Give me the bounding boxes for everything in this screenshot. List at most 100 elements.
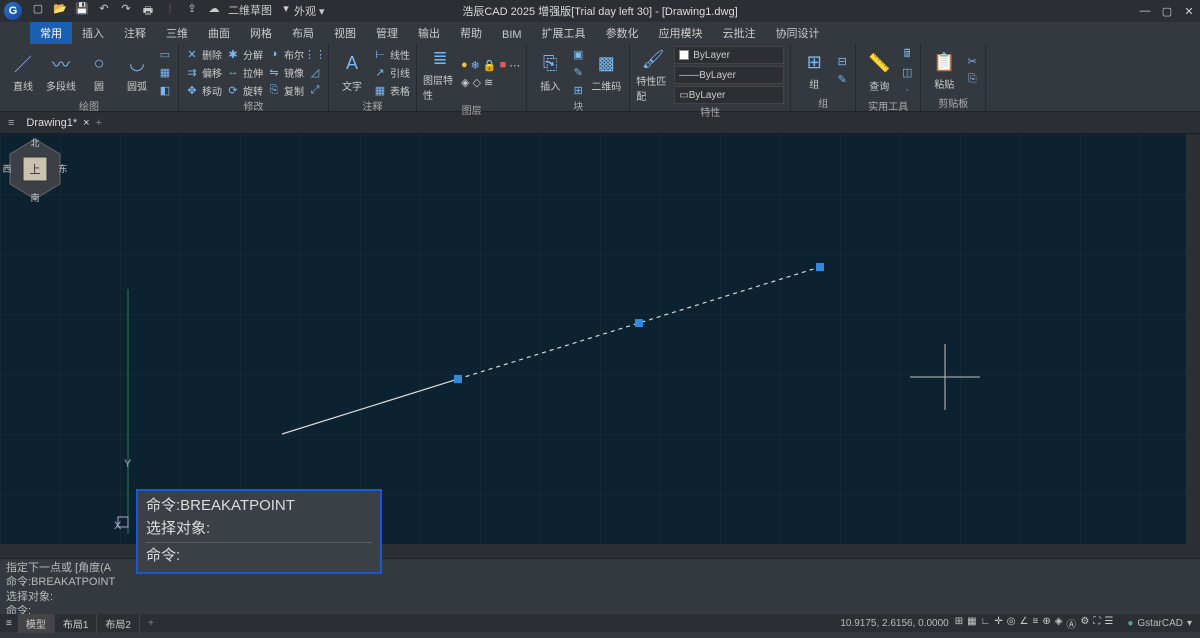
move-button[interactable]: ✥移动 bbox=[185, 82, 222, 98]
insert-block-button[interactable]: ⎘插入 bbox=[533, 52, 567, 93]
block-attr-button[interactable]: ⊞ bbox=[571, 82, 585, 98]
grid-toggle-icon[interactable]: ⊞ bbox=[955, 616, 963, 631]
ungroup-button[interactable]: ⊟ bbox=[835, 54, 849, 70]
copy2-button[interactable]: ⎘ bbox=[965, 72, 979, 88]
layout2-tab[interactable]: 布局2 bbox=[97, 614, 140, 633]
workspace-icon[interactable]: ⚙ bbox=[1080, 616, 1089, 631]
group-edit-button[interactable]: ✎ bbox=[835, 72, 849, 88]
mirror-button[interactable]: ⇋镜像 bbox=[267, 64, 304, 80]
open-icon[interactable]: 📂 bbox=[52, 2, 68, 21]
color-combo[interactable]: ByLayer bbox=[674, 46, 784, 64]
more-icon[interactable]: ☰ bbox=[1104, 616, 1113, 631]
chamfer-button[interactable]: ◿ bbox=[308, 64, 322, 80]
offset-button[interactable]: ⇉偏移 bbox=[185, 64, 222, 80]
copy-button[interactable]: ⎘复制 bbox=[267, 82, 304, 98]
share-icon[interactable]: ⇪ bbox=[184, 2, 200, 21]
layer-color-icon[interactable]: ■ bbox=[500, 59, 507, 72]
layerprops-button[interactable]: ≣图层特性 bbox=[423, 46, 457, 102]
leader-button[interactable]: ↗引线 bbox=[373, 64, 410, 80]
table-button[interactable]: ▦表格 bbox=[373, 82, 410, 98]
undo-icon[interactable]: ↶ bbox=[96, 2, 112, 21]
group-button[interactable]: ⊞组 bbox=[797, 50, 831, 91]
tab-surface[interactable]: 曲面 bbox=[198, 22, 240, 44]
tab-collab[interactable]: 协同设计 bbox=[766, 22, 830, 44]
tab-view[interactable]: 视图 bbox=[324, 22, 366, 44]
snap-toggle-icon[interactable]: ▦ bbox=[967, 616, 976, 631]
close-button[interactable]: ✕ bbox=[1182, 5, 1196, 18]
tab-ext[interactable]: 扩展工具 bbox=[532, 22, 596, 44]
otrack-toggle-icon[interactable]: ∠ bbox=[1020, 616, 1029, 631]
polyline-button[interactable]: 〰多段线 bbox=[44, 52, 78, 93]
region-button[interactable]: ◧ bbox=[158, 82, 172, 98]
layer-match-icon[interactable]: ≋ bbox=[484, 76, 493, 89]
polar-toggle-icon[interactable]: ✛ bbox=[994, 616, 1002, 631]
stretch-button[interactable]: ↔拉伸 bbox=[226, 64, 263, 80]
vertical-scrollbar[interactable] bbox=[1186, 134, 1200, 558]
rotate-button[interactable]: ⟳旋转 bbox=[226, 82, 263, 98]
dyn-toggle-icon[interactable]: ⊕ bbox=[1042, 616, 1050, 631]
line-button[interactable]: ／直线 bbox=[6, 52, 40, 93]
anno-toggle-icon[interactable]: Ⓐ bbox=[1066, 616, 1076, 631]
ortho-toggle-icon[interactable]: ∟ bbox=[981, 616, 991, 631]
explode-button[interactable]: ✱分解 bbox=[226, 46, 263, 62]
delete-button[interactable]: ✕删除 bbox=[185, 46, 222, 62]
maximize-button[interactable]: ▢ bbox=[1160, 5, 1174, 18]
block-edit-button[interactable]: ✎ bbox=[571, 64, 585, 80]
layer-freeze-icon[interactable]: ❄ bbox=[471, 59, 480, 72]
linetype-combo[interactable]: ▭ ByLayer bbox=[674, 86, 784, 104]
linear-button[interactable]: ⊢线性 bbox=[373, 46, 410, 62]
rect-button[interactable]: ▭ bbox=[158, 46, 172, 62]
layer-off-icon[interactable]: ◇ bbox=[472, 76, 480, 89]
tab-annotate[interactable]: 注释 bbox=[114, 22, 156, 44]
print-icon[interactable]: 🖶 bbox=[140, 2, 156, 21]
hatch-button[interactable]: ▦ bbox=[158, 64, 172, 80]
tab-bim[interactable]: BIM bbox=[492, 26, 532, 44]
tab-app[interactable]: 应用模块 bbox=[649, 22, 713, 44]
tab-layout[interactable]: 布局 bbox=[282, 22, 324, 44]
new-icon[interactable]: ▢ bbox=[30, 2, 46, 21]
appearance-dropdown[interactable]: 外观 ▾ bbox=[294, 3, 325, 19]
cloud-icon[interactable]: ☁ bbox=[206, 2, 222, 21]
model-tab[interactable]: 模型 bbox=[18, 614, 55, 633]
layer-iso-icon[interactable]: ◈ bbox=[461, 76, 469, 89]
boolean-button[interactable]: ◑布尔 bbox=[267, 46, 304, 62]
doc-tab[interactable]: Drawing1* × bbox=[26, 117, 89, 129]
block-create-button[interactable]: ▣ bbox=[571, 46, 585, 62]
tab-home[interactable]: 常用 bbox=[30, 22, 72, 44]
brand-chevron-icon[interactable]: ▾ bbox=[1187, 618, 1192, 629]
select-button[interactable]: ◫ bbox=[900, 64, 914, 80]
cut-button[interactable]: ✂ bbox=[965, 54, 979, 70]
layer-on-icon[interactable]: ● bbox=[461, 59, 468, 72]
tab-3d[interactable]: 三维 bbox=[156, 22, 198, 44]
tab-help[interactable]: 帮助 bbox=[450, 22, 492, 44]
scale-button[interactable]: ⤢ bbox=[308, 82, 322, 98]
tab-manage[interactable]: 管理 bbox=[366, 22, 408, 44]
circle-button[interactable]: ○圆 bbox=[82, 52, 116, 93]
doc-add-icon[interactable]: + bbox=[96, 117, 102, 129]
arc-button[interactable]: ◡圆弧 bbox=[120, 52, 154, 93]
tab-param[interactable]: 参数化 bbox=[596, 22, 649, 44]
tab-output[interactable]: 输出 bbox=[408, 22, 450, 44]
lwt-toggle-icon[interactable]: ≡ bbox=[1032, 616, 1038, 631]
chevron-down-icon[interactable]: ▾ bbox=[278, 2, 294, 21]
cmd-input-line[interactable]: 命令: bbox=[6, 604, 1194, 614]
paste-button[interactable]: 📋粘贴 bbox=[927, 50, 961, 91]
tab-insert[interactable]: 插入 bbox=[72, 22, 114, 44]
doc-menu-icon[interactable]: ≡ bbox=[8, 117, 14, 129]
point-button[interactable]: ∙ bbox=[900, 82, 914, 98]
layer-lock-icon[interactable]: 🔒 bbox=[483, 59, 497, 72]
iso-toggle-icon[interactable]: ◈ bbox=[1055, 616, 1063, 631]
layout1-tab[interactable]: 布局1 bbox=[55, 614, 98, 633]
lineweight-combo[interactable]: —— ByLayer bbox=[674, 66, 784, 84]
layout-menu-icon[interactable]: ≡ bbox=[0, 618, 18, 629]
workspace-dropdown[interactable]: 二维草图 bbox=[228, 2, 272, 21]
minimize-button[interactable]: — bbox=[1138, 5, 1152, 18]
layer-more-icon[interactable]: ⋯ bbox=[509, 59, 520, 72]
brand-cloud-icon[interactable]: ● bbox=[1127, 618, 1133, 629]
app-logo[interactable]: G bbox=[4, 2, 22, 20]
matchprop-button[interactable]: 🖌特性匹配 bbox=[636, 47, 670, 103]
viewcube[interactable]: 上 北 东 南 西 bbox=[0, 134, 70, 204]
doc-close-icon[interactable]: × bbox=[83, 117, 89, 129]
text-button[interactable]: A文字 bbox=[335, 52, 369, 93]
tab-mesh[interactable]: 网格 bbox=[240, 22, 282, 44]
